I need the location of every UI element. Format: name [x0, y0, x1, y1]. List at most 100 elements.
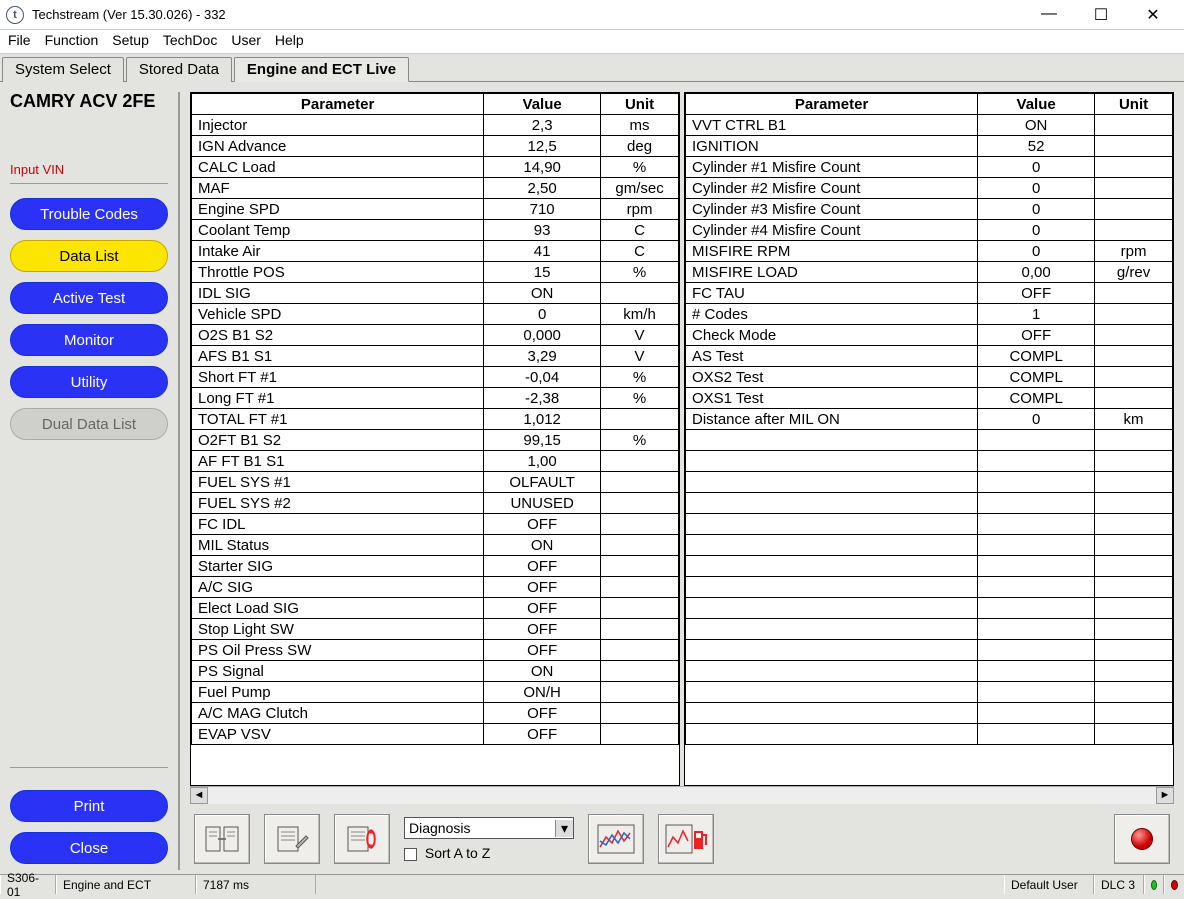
table-row[interactable]	[686, 493, 1173, 514]
horizontal-scrollbar[interactable]: ◄ ►	[190, 786, 1174, 804]
table-row[interactable]: IGN Advance12,5deg	[192, 136, 679, 157]
maximize-button[interactable]: ☐	[1086, 5, 1116, 25]
table-row[interactable]	[686, 577, 1173, 598]
print-button[interactable]: Print	[10, 790, 168, 822]
table-row[interactable]: A/C SIGOFF	[192, 577, 679, 598]
menu-techdoc[interactable]: TechDoc	[163, 32, 217, 53]
table-row[interactable]: A/C MAG ClutchOFF	[192, 703, 679, 724]
table-row[interactable]: FC TAUOFF	[686, 283, 1173, 304]
col-unit[interactable]: Unit	[1095, 94, 1173, 115]
table-row[interactable]: MISFIRE LOAD0,00g/rev	[686, 262, 1173, 283]
table-row[interactable]: FUEL SYS #2UNUSED	[192, 493, 679, 514]
table-row[interactable]	[686, 640, 1173, 661]
table-row[interactable]: AF FT B1 S11,00	[192, 451, 679, 472]
compare-layout-button[interactable]	[194, 814, 250, 864]
cell-parameter: PS Oil Press SW	[192, 640, 484, 661]
table-row[interactable]: O2S B1 S20,000V	[192, 325, 679, 346]
table-row[interactable]	[686, 556, 1173, 577]
table-row[interactable]: Injector2,3ms	[192, 115, 679, 136]
table-row[interactable]: IDL SIGON	[192, 283, 679, 304]
table-row[interactable]: TOTAL FT #11,012	[192, 409, 679, 430]
col-parameter[interactable]: Parameter	[686, 94, 978, 115]
table-row[interactable]: FC IDLOFF	[192, 514, 679, 535]
scroll-track[interactable]	[208, 787, 1156, 804]
scroll-right-button[interactable]: ►	[1156, 787, 1174, 804]
table-row[interactable]	[686, 535, 1173, 556]
sort-checkbox[interactable]	[404, 848, 417, 861]
scroll-left-button[interactable]: ◄	[190, 787, 208, 804]
utility-button[interactable]: Utility	[10, 366, 168, 398]
sort-checkbox-row[interactable]: Sort A to Z	[404, 845, 574, 861]
minimize-button[interactable]: —	[1034, 5, 1064, 25]
table-row[interactable]: Coolant Temp93C	[192, 220, 679, 241]
table-row[interactable]: Long FT #1-2,38%	[192, 388, 679, 409]
table-row[interactable]: PS Oil Press SWOFF	[192, 640, 679, 661]
table-row[interactable]: Cylinder #3 Misfire Count0	[686, 199, 1173, 220]
table-row[interactable]: MAF2,50gm/sec	[192, 178, 679, 199]
dual-data-list-button[interactable]: Dual Data List	[10, 408, 168, 440]
table-row[interactable]: # Codes1	[686, 304, 1173, 325]
table-row[interactable]: PS SignalON	[192, 661, 679, 682]
filter-dropdown[interactable]: Diagnosis ▾	[404, 817, 574, 839]
table-row[interactable]: OXS2 TestCOMPL	[686, 367, 1173, 388]
table-row[interactable]	[686, 661, 1173, 682]
table-row[interactable]: Cylinder #4 Misfire Count0	[686, 220, 1173, 241]
active-test-button[interactable]: Active Test	[10, 282, 168, 314]
tab-engine-ect-live[interactable]: Engine and ECT Live	[234, 57, 409, 82]
col-value[interactable]: Value	[484, 94, 601, 115]
table-row[interactable]: Distance after MIL ON0km	[686, 409, 1173, 430]
table-row[interactable]: Intake Air41C	[192, 241, 679, 262]
table-row[interactable]: O2FT B1 S299,15%	[192, 430, 679, 451]
table-row[interactable]: MIL StatusON	[192, 535, 679, 556]
table-row[interactable]: Cylinder #2 Misfire Count0	[686, 178, 1173, 199]
table-row[interactable]: AFS B1 S13,29V	[192, 346, 679, 367]
record-button[interactable]	[1114, 814, 1170, 864]
table-row[interactable]: Throttle POS15%	[192, 262, 679, 283]
graph-button[interactable]	[588, 814, 644, 864]
select-params-button[interactable]	[264, 814, 320, 864]
table-row[interactable]	[686, 430, 1173, 451]
menu-setup[interactable]: Setup	[112, 32, 149, 53]
table-row[interactable]: Short FT #1-0,04%	[192, 367, 679, 388]
data-list-button[interactable]: Data List	[10, 240, 168, 272]
table-row[interactable]: Cylinder #1 Misfire Count0	[686, 157, 1173, 178]
table-row[interactable]	[686, 598, 1173, 619]
tab-system-select[interactable]: System Select	[2, 57, 124, 82]
table-row[interactable]	[686, 724, 1173, 745]
close-button[interactable]: Close	[10, 832, 168, 864]
graph-fuel-button[interactable]	[658, 814, 714, 864]
menu-function[interactable]: Function	[45, 32, 99, 53]
table-row[interactable]: Starter SIGOFF	[192, 556, 679, 577]
menu-user[interactable]: User	[231, 32, 261, 53]
table-row[interactable]: Fuel PumpON/H	[192, 682, 679, 703]
col-parameter[interactable]: Parameter	[192, 94, 484, 115]
monitor-button[interactable]: Monitor	[10, 324, 168, 356]
table-row[interactable]: VVT CTRL B1ON	[686, 115, 1173, 136]
table-row[interactable]	[686, 619, 1173, 640]
table-row[interactable]	[686, 472, 1173, 493]
col-value[interactable]: Value	[978, 94, 1095, 115]
table-row[interactable]: CALC Load14,90%	[192, 157, 679, 178]
col-unit[interactable]: Unit	[601, 94, 679, 115]
table-row[interactable]: Vehicle SPD0km/h	[192, 304, 679, 325]
table-row[interactable]: OXS1 TestCOMPL	[686, 388, 1173, 409]
table-row[interactable]: Elect Load SIGOFF	[192, 598, 679, 619]
menu-help[interactable]: Help	[275, 32, 304, 53]
table-row[interactable]: EVAP VSVOFF	[192, 724, 679, 745]
table-row[interactable]: Stop Light SWOFF	[192, 619, 679, 640]
table-row[interactable]: AS TestCOMPL	[686, 346, 1173, 367]
table-row[interactable]: MISFIRE RPM0rpm	[686, 241, 1173, 262]
table-row[interactable]	[686, 703, 1173, 724]
table-row[interactable]: Check ModeOFF	[686, 325, 1173, 346]
table-row[interactable]	[686, 451, 1173, 472]
table-row[interactable]	[686, 682, 1173, 703]
all-params-button[interactable]	[334, 814, 390, 864]
tab-stored-data[interactable]: Stored Data	[126, 57, 232, 82]
menu-file[interactable]: File	[8, 32, 31, 53]
table-row[interactable]	[686, 514, 1173, 535]
table-row[interactable]: IGNITION52	[686, 136, 1173, 157]
table-row[interactable]: FUEL SYS #1OLFAULT	[192, 472, 679, 493]
close-window-button[interactable]: ✕	[1138, 5, 1168, 25]
table-row[interactable]: Engine SPD710rpm	[192, 199, 679, 220]
trouble-codes-button[interactable]: Trouble Codes	[10, 198, 168, 230]
